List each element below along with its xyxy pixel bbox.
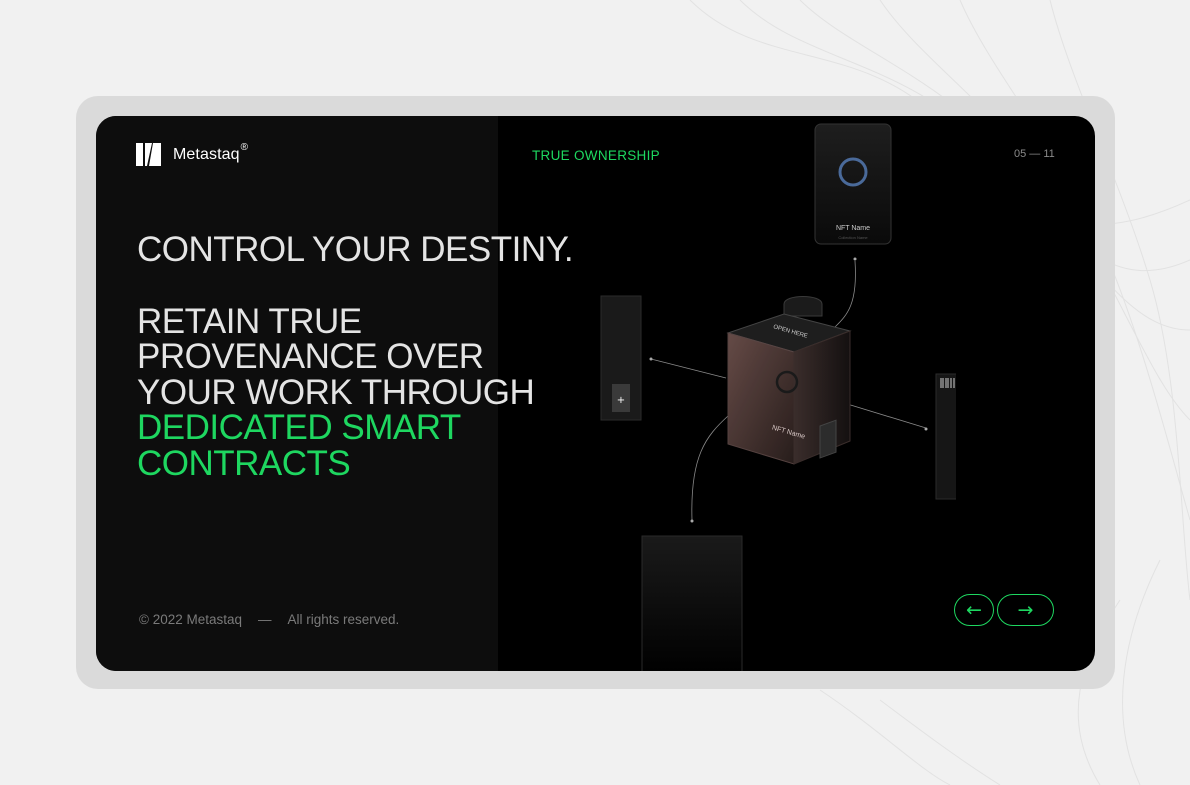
logo-mark-icon [136,143,161,166]
footer: © 2022 Metastaq — All rights reserved. [139,612,399,627]
nft-packaging-illustration: NFT Name Collection Name + OPEN HERE NFT… [600,123,956,671]
product-box: OPEN HERE NFT Name [726,296,852,465]
bottom-card [641,535,743,671]
headline: CONTROL YOUR DESTINY. RETAIN TRUE PROVEN… [137,232,587,481]
right-card [935,373,956,500]
rights-text: All rights reserved. [287,612,400,627]
headline-highlight: DEDICATED SMART CONTRACTS [137,408,461,483]
footer-separator: — [258,612,272,627]
copyright-text: © 2022 Metastaq [139,612,243,627]
page-counter: 05 — 11 [1014,148,1055,160]
next-slide-button[interactable]: → [997,594,1054,626]
headline-part-2: RETAIN TRUE PROVENANCE OVER YOUR WORK TH… [137,301,587,483]
svg-text:+: + [617,395,625,406]
top-card-title: NFT Name [836,225,870,232]
left-card: + [600,295,642,421]
top-card: NFT Name Collection Name [814,123,892,245]
prev-slide-button[interactable]: ← [954,594,994,626]
brand-name: Metastaq [173,145,240,163]
arrow-left-icon: ← [966,599,982,621]
registered-mark: ® [240,142,248,153]
headline-part-1: CONTROL YOUR DESTINY. [137,230,574,269]
top-card-subtitle: Collection Name [838,235,868,240]
arrow-right-icon: → [1017,599,1034,621]
headline-part-2-text: RETAIN TRUE PROVENANCE OVER YOUR WORK TH… [137,301,535,412]
slide-screen: Metastaq ® CONTROL YOUR DESTINY. RETAIN T… [96,116,1095,671]
brand-logo[interactable]: Metastaq ® [136,142,248,166]
